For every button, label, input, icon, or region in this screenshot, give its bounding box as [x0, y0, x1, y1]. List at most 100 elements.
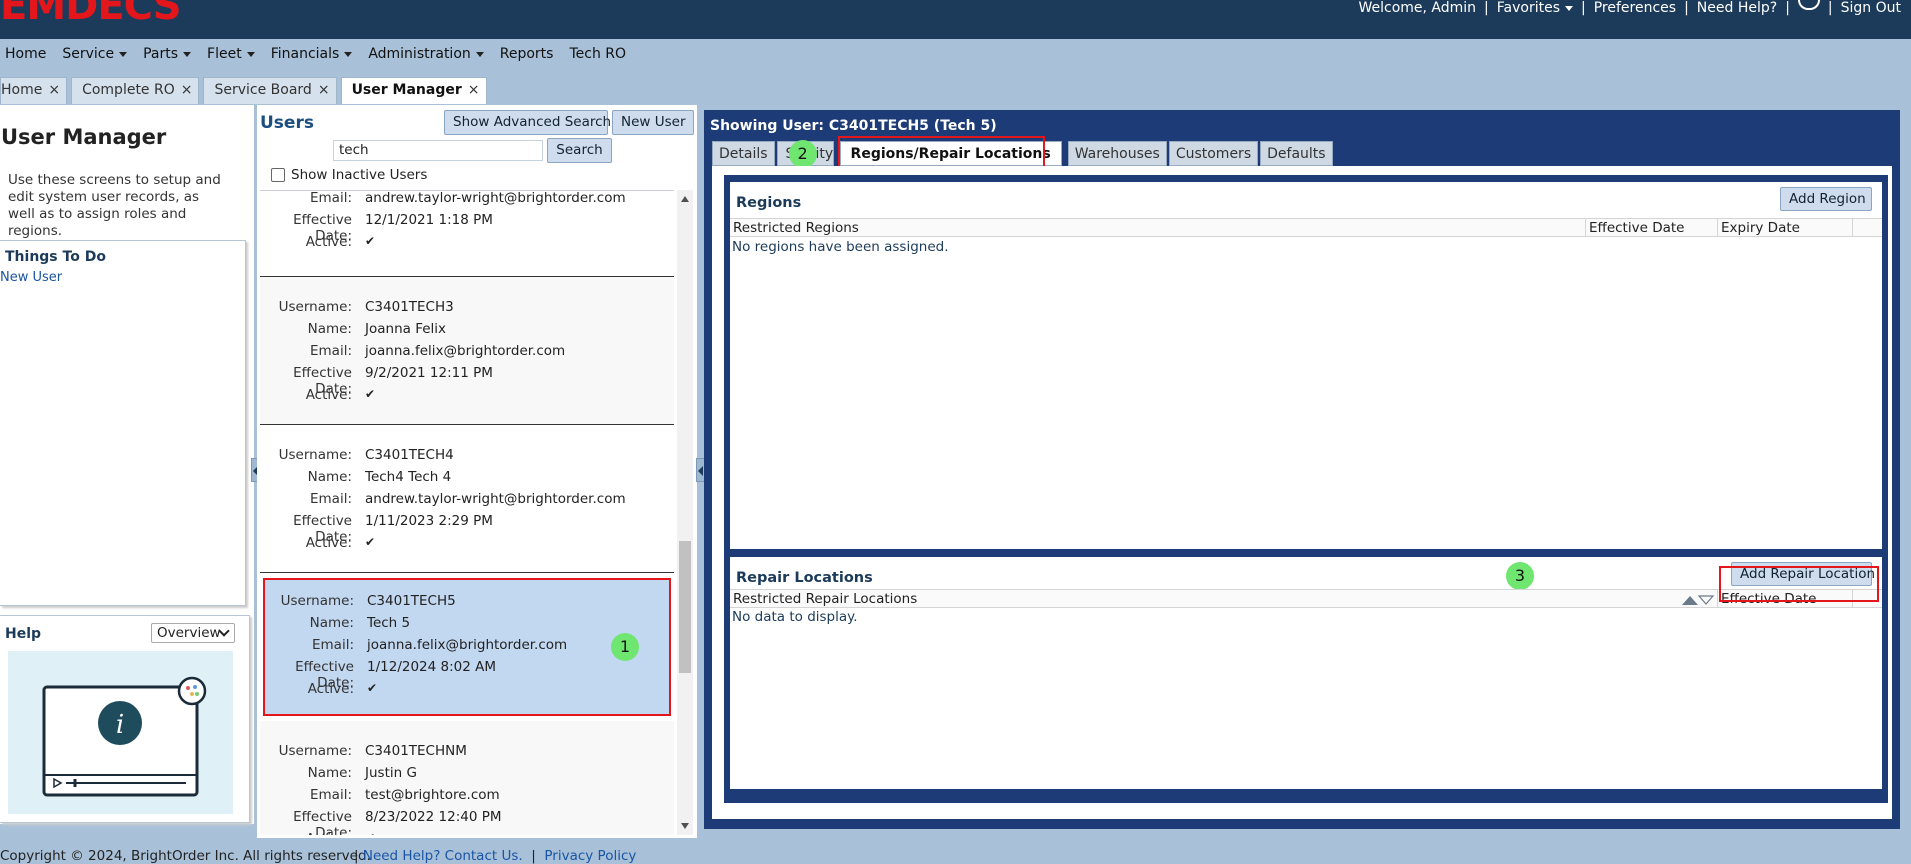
tab-customers[interactable]: Customers: [1168, 141, 1259, 166]
new-user-link[interactable]: New User: [0, 270, 62, 285]
list-item[interactable]: Username: C3401TECHNM Name: Justin G Email…: [260, 721, 674, 835]
users-list: Email: andrew.taylor-wright@brightorder.c…: [260, 190, 674, 835]
close-icon[interactable]: ×: [48, 82, 60, 98]
favorites-menu[interactable]: Favorites: [1497, 0, 1574, 16]
step-badge-2: 2: [788, 140, 817, 168]
users-title: Users: [260, 113, 314, 133]
scroll-down-icon[interactable]: [681, 823, 689, 829]
menu-home[interactable]: Home: [5, 46, 46, 62]
col-effective-date[interactable]: Effective Date: [1589, 220, 1684, 236]
add-repair-location-button[interactable]: Add Repair Location: [1731, 562, 1875, 586]
menu-administration[interactable]: Administration: [368, 46, 484, 62]
showing-user-title: Showing User: C3401TECH5 (Tech 5): [710, 118, 997, 134]
active-check-icon: ✔: [365, 387, 376, 401]
menu-fleet[interactable]: Fleet: [207, 46, 255, 62]
regions-repair-container: Regions Add Region Restricted Regions Ef…: [724, 175, 1888, 803]
contact-us-link[interactable]: Need Help? Contact Us.: [363, 848, 523, 864]
checkbox[interactable]: [271, 168, 285, 182]
scroll-up-icon[interactable]: [681, 196, 689, 202]
show-inactive-users-checkbox[interactable]: Show Inactive Users: [271, 167, 427, 183]
top-links: Welcome, Admin | Favorites | Preferences…: [1358, 0, 1901, 16]
users-list-scrollbar[interactable]: [677, 190, 693, 835]
list-item[interactable]: Username: C3401TECH4 Name: Tech4 Tech 4 Em…: [260, 425, 674, 573]
sort-icon[interactable]: [1681, 594, 1715, 606]
repair-locations-grid-header: Restricted Repair Locations Effective Da…: [730, 589, 1882, 608]
page-description: Use these screens to setup and edit syst…: [8, 172, 221, 239]
document-tabs: Home × Complete RO × Service Board × User M…: [0, 77, 487, 104]
close-icon[interactable]: ×: [318, 82, 330, 98]
user-icon[interactable]: [1797, 0, 1820, 10]
help-panel: Help Overview i: [0, 615, 250, 823]
active-check-icon: ✔: [367, 681, 378, 695]
help-topic-select[interactable]: Overview: [151, 623, 235, 643]
active-check-icon: ✔: [365, 535, 376, 549]
repair-locations-empty-message: No data to display.: [732, 609, 858, 625]
user-detail-panel: Showing User: C3401TECH5 (Tech 5) Detail…: [704, 110, 1900, 829]
left-panel: User Manager Use these screens to setup …: [0, 105, 254, 824]
menu-tech-ro[interactable]: Tech RO: [569, 46, 626, 62]
doc-tab-service-board[interactable]: Service Board ×: [203, 77, 337, 104]
repair-locations-section: Repair Locations 3 Add Repair Location R…: [730, 557, 1882, 789]
list-item[interactable]: Username: C3401TECH3 Name: Joanna Felix Em…: [260, 277, 674, 425]
list-item-selected[interactable]: Username: C3401TECH5 Name: Tech 5 Email: jo…: [263, 578, 671, 716]
need-help-link[interactable]: Need Help?: [1697, 0, 1777, 16]
search-button[interactable]: Search: [547, 138, 612, 163]
chevron-down-icon: [183, 51, 192, 57]
help-video-thumbnail[interactable]: i: [8, 651, 233, 814]
user-search-input[interactable]: tech: [333, 140, 543, 161]
sign-out-link[interactable]: Sign Out: [1841, 0, 1901, 16]
chevron-down-icon: [344, 51, 353, 57]
brand-logo[interactable]: EMDECS: [0, 0, 181, 26]
detail-tabs: Details Seity 2 Regions/Repair Locations…: [712, 140, 1333, 168]
chevron-down-icon: [119, 51, 128, 57]
things-to-do-title: Things To Do: [5, 249, 106, 265]
menu-parts[interactable]: Parts: [143, 46, 192, 62]
menu-service[interactable]: Service: [62, 46, 128, 62]
main-menu: Home Service Parts Fleet Financials Admi…: [0, 39, 1911, 69]
tab-regions-repair-locations[interactable]: Regions/Repair Locations: [839, 141, 1062, 166]
things-to-do-panel: Things To Do New User: [0, 240, 246, 606]
col-restricted-repair-locations[interactable]: Restricted Repair Locations: [733, 591, 917, 607]
active-check-icon: ✔: [365, 234, 376, 248]
copyright-text: Copyright © 2024, BrightOrder Inc. All r…: [0, 848, 371, 864]
welcome-text: Welcome, Admin: [1358, 0, 1477, 16]
tab-security[interactable]: Seity 2: [776, 140, 834, 168]
step-badge-1: 1: [611, 633, 639, 661]
chevron-down-icon: [475, 51, 484, 57]
tab-defaults[interactable]: Defaults: [1260, 141, 1333, 166]
list-item[interactable]: Email: andrew.taylor-wright@brightorder.c…: [260, 191, 674, 277]
chevron-down-icon: [246, 51, 255, 57]
menu-financials[interactable]: Financials: [271, 46, 353, 62]
menu-reports[interactable]: Reports: [500, 46, 554, 62]
col-effective-date[interactable]: Effective Date: [1721, 591, 1816, 607]
page-title: User Manager: [1, 125, 167, 149]
col-expiry-date[interactable]: Expiry Date: [1721, 220, 1800, 236]
scroll-thumb[interactable]: [679, 541, 691, 673]
tab-details[interactable]: Details: [712, 141, 775, 166]
doc-tab-user-manager[interactable]: User Manager ×: [340, 77, 487, 104]
regions-empty-message: No regions have been assigned.: [732, 239, 949, 255]
video-player-icon: i: [42, 676, 207, 797]
users-panel: Users Show Advanced Search New User tech…: [257, 105, 697, 838]
close-icon[interactable]: ×: [468, 82, 480, 98]
close-icon[interactable]: ×: [181, 82, 193, 98]
regions-grid-header: Restricted Regions Effective Date Expiry…: [730, 218, 1882, 237]
regions-section: Regions Add Region Restricted Regions Ef…: [730, 182, 1882, 549]
col-restricted-regions[interactable]: Restricted Regions: [733, 220, 859, 236]
doc-tab-complete-ro[interactable]: Complete RO ×: [71, 77, 200, 104]
regions-title: Regions: [736, 195, 802, 211]
detail-body: Regions Add Region Restricted Regions Ef…: [712, 166, 1892, 819]
show-advanced-search-button[interactable]: Show Advanced Search: [444, 110, 611, 135]
tab-warehouses[interactable]: Warehouses: [1067, 141, 1167, 166]
privacy-policy-link[interactable]: Privacy Policy: [544, 848, 636, 864]
new-user-button[interactable]: New User: [612, 110, 694, 135]
doc-tab-home[interactable]: Home ×: [0, 77, 68, 104]
active-check-icon: ✔: [365, 831, 375, 835]
chevron-down-icon: [1565, 5, 1574, 11]
footer: Copyright © 2024, BrightOrder Inc. All r…: [0, 848, 637, 864]
step-badge-3: 3: [1506, 562, 1534, 590]
top-header: EMDECS Welcome, Admin | Favorites | Pref…: [0, 0, 1911, 39]
svg-text:i: i: [116, 710, 124, 740]
preferences-link[interactable]: Preferences: [1594, 0, 1676, 16]
add-region-button[interactable]: Add Region: [1780, 187, 1872, 211]
